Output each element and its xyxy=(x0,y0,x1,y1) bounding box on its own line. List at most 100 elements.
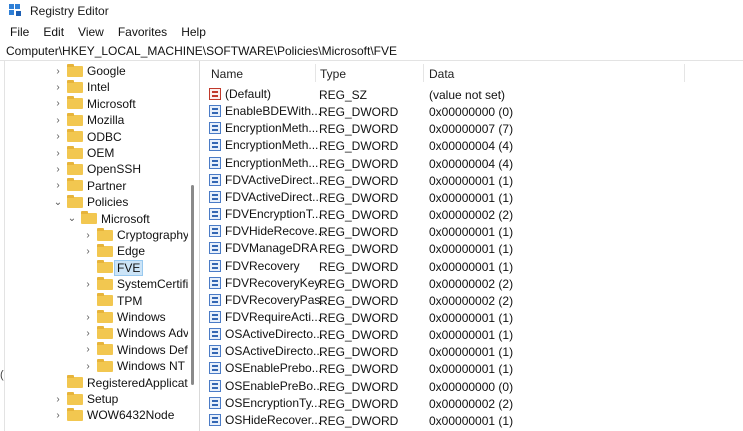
column-name-header[interactable]: Name xyxy=(211,67,243,81)
tree-item-label: Edge xyxy=(117,244,146,259)
chevron-right-icon[interactable]: › xyxy=(83,230,93,241)
value-name: OSEnablePrebo... xyxy=(225,361,322,376)
tree-item[interactable]: RegisteredApplicatic xyxy=(53,375,196,391)
tree-item[interactable]: ⌄ Microsoft xyxy=(67,211,150,227)
tree-item[interactable]: › ODBC xyxy=(53,129,122,145)
value-row[interactable]: FDVHideRecove... REG_DWORD 0x00000001 (1) xyxy=(204,223,743,240)
menu-favorites[interactable]: Favorites xyxy=(113,25,172,39)
tree-item-label: Windows xyxy=(117,310,166,324)
value-row[interactable]: FDVRecoveryKey REG_DWORD 0x00000002 (2) xyxy=(204,275,743,292)
value-type: REG_DWORD xyxy=(319,139,399,154)
tree-item[interactable]: › SystemCertific xyxy=(83,276,194,292)
chevron-right-icon[interactable]: › xyxy=(53,115,63,126)
column-divider[interactable] xyxy=(423,64,424,82)
value-row[interactable]: OSEnablePrebo... REG_DWORD 0x00000001 (1) xyxy=(204,360,743,377)
chevron-right-icon[interactable]: › xyxy=(53,82,63,93)
value-name-cell: EncryptionMeth... xyxy=(209,138,318,152)
chevron-right-icon[interactable]: › xyxy=(53,410,63,421)
binary-value-icon xyxy=(209,173,221,186)
value-type: REG_SZ xyxy=(319,88,368,102)
value-row[interactable]: OSEncryptionTy... REG_DWORD 0x00000002 (2) xyxy=(204,395,743,412)
chevron-right-icon[interactable]: › xyxy=(53,131,63,142)
tree-item[interactable]: › OEM xyxy=(53,145,114,161)
tree-item[interactable]: › Google xyxy=(53,63,126,79)
tree-item[interactable]: › Windows Defe xyxy=(83,342,194,358)
column-divider[interactable] xyxy=(684,64,685,82)
value-data: 0x00000000 (0) xyxy=(429,379,514,394)
value-name: OSHideRecover... xyxy=(225,412,322,427)
tree-item[interactable]: TPM xyxy=(83,293,142,309)
tree-item[interactable]: › Cryptography xyxy=(83,227,189,243)
column-divider[interactable] xyxy=(315,64,316,82)
value-row[interactable]: OSActiveDirecto... REG_DWORD 0x00000001 (1… xyxy=(204,326,743,343)
tree-item[interactable]: › Edge xyxy=(83,243,145,259)
tree-item[interactable]: › WOW6432Node xyxy=(53,407,174,423)
chevron-down-icon[interactable]: ⌄ xyxy=(67,213,77,224)
tree-item-label: ODBC xyxy=(87,129,122,144)
tree-item[interactable]: › Windows xyxy=(83,309,166,325)
value-name: EnableBDEWith... xyxy=(225,104,322,119)
address-path[interactable]: Computer\HKEY_LOCAL_MACHINE\SOFTWARE\Pol… xyxy=(0,44,397,58)
tree-item[interactable]: FVE xyxy=(83,259,144,276)
folder-icon xyxy=(97,309,113,323)
chevron-right-icon[interactable]: › xyxy=(83,361,93,372)
value-type: REG_DWORD xyxy=(319,310,399,325)
value-data: 0x00000002 (2) xyxy=(429,396,514,411)
tree-item[interactable]: › Partner xyxy=(53,178,126,194)
chevron-right-icon[interactable]: › xyxy=(53,148,63,159)
chevron-right-icon[interactable]: › xyxy=(53,164,63,175)
chevron-right-icon[interactable]: › xyxy=(53,394,63,405)
value-row[interactable]: FDVActiveDirect... REG_DWORD 0x00000001 (1… xyxy=(204,189,743,206)
tree-item[interactable]: › Mozilla xyxy=(53,112,124,128)
tree-item[interactable]: ⌄ Policies xyxy=(53,194,128,210)
menu-view[interactable]: View xyxy=(73,25,109,39)
chevron-right-icon[interactable]: › xyxy=(83,246,93,257)
folder-icon xyxy=(97,293,113,307)
column-type-header[interactable]: Type xyxy=(320,67,346,81)
address-bar[interactable]: Computer\HKEY_LOCAL_MACHINE\SOFTWARE\Pol… xyxy=(0,42,743,61)
value-row[interactable]: EnableBDEWith... REG_DWORD 0x00000000 (0) xyxy=(204,103,743,120)
tree-item[interactable]: › OpenSSH xyxy=(53,161,141,177)
tree-item[interactable]: › Microsoft xyxy=(53,96,136,112)
tree-item[interactable]: › Windows NT xyxy=(83,358,185,374)
chevron-right-icon[interactable]: › xyxy=(53,180,63,191)
value-row[interactable]: EncryptionMeth... REG_DWORD 0x00000007 (7) xyxy=(204,120,743,137)
value-row[interactable]: OSActiveDirecto... REG_DWORD 0x00000001 (1… xyxy=(204,343,743,360)
chevron-right-icon[interactable]: › xyxy=(83,312,93,323)
column-data-header[interactable]: Data xyxy=(429,67,454,81)
value-data: 0x00000001 (1) xyxy=(429,345,514,360)
menu-file[interactable]: File xyxy=(5,25,34,39)
value-row[interactable]: EncryptionMeth... REG_DWORD 0x00000004 (4) xyxy=(204,137,743,154)
value-name: FDVManageDRA xyxy=(225,241,318,256)
chevron-right-icon[interactable]: › xyxy=(53,66,63,77)
value-row[interactable]: FDVActiveDirect... REG_DWORD 0x00000001 (1… xyxy=(204,172,743,189)
binary-value-icon xyxy=(209,122,221,135)
value-row[interactable]: FDVEncryptionT... REG_DWORD 0x00000002 (2) xyxy=(204,206,743,223)
menu-edit[interactable]: Edit xyxy=(38,25,69,39)
value-row[interactable]: OSHideRecover... REG_DWORD 0x00000001 (1) xyxy=(204,412,743,429)
chevron-right-icon[interactable]: › xyxy=(53,98,63,109)
tree-scrollbar-thumb[interactable] xyxy=(191,185,194,385)
value-row[interactable]: FDVRequireActi... REG_DWORD 0x00000001 (1) xyxy=(204,309,743,326)
value-name-cell: (Default) xyxy=(209,87,271,101)
value-type: REG_DWORD xyxy=(319,345,399,360)
tree-scrollbar[interactable] xyxy=(188,61,198,431)
value-data: (value not set) xyxy=(429,88,506,102)
menu-help[interactable]: Help xyxy=(176,25,211,39)
value-name: FDVHideRecove... xyxy=(225,224,325,239)
tree-item[interactable]: › Windows Adva xyxy=(83,325,196,341)
chevron-down-icon[interactable]: ⌄ xyxy=(53,197,63,208)
value-row[interactable]: FDVRecoveryPas... REG_DWORD 0x00000002 (2) xyxy=(204,292,743,309)
folder-icon xyxy=(67,63,83,77)
tree-item[interactable]: › Setup xyxy=(53,391,118,407)
value-row[interactable]: (Default) REG_SZ (value not set) xyxy=(204,86,743,103)
value-row[interactable]: EncryptionMeth... REG_DWORD 0x00000004 (4) xyxy=(204,155,743,172)
tree-item[interactable]: › Intel xyxy=(53,79,110,95)
string-value-icon xyxy=(209,88,221,100)
value-row[interactable]: FDVRecovery REG_DWORD 0x00000001 (1) xyxy=(204,258,743,275)
chevron-right-icon[interactable]: › xyxy=(83,328,93,339)
chevron-right-icon[interactable]: › xyxy=(83,279,93,290)
value-row[interactable]: OSEnablePreBo... REG_DWORD 0x00000000 (0) xyxy=(204,378,743,395)
value-row[interactable]: FDVManageDRA REG_DWORD 0x00000001 (1) xyxy=(204,240,743,257)
chevron-right-icon[interactable]: › xyxy=(83,344,93,355)
